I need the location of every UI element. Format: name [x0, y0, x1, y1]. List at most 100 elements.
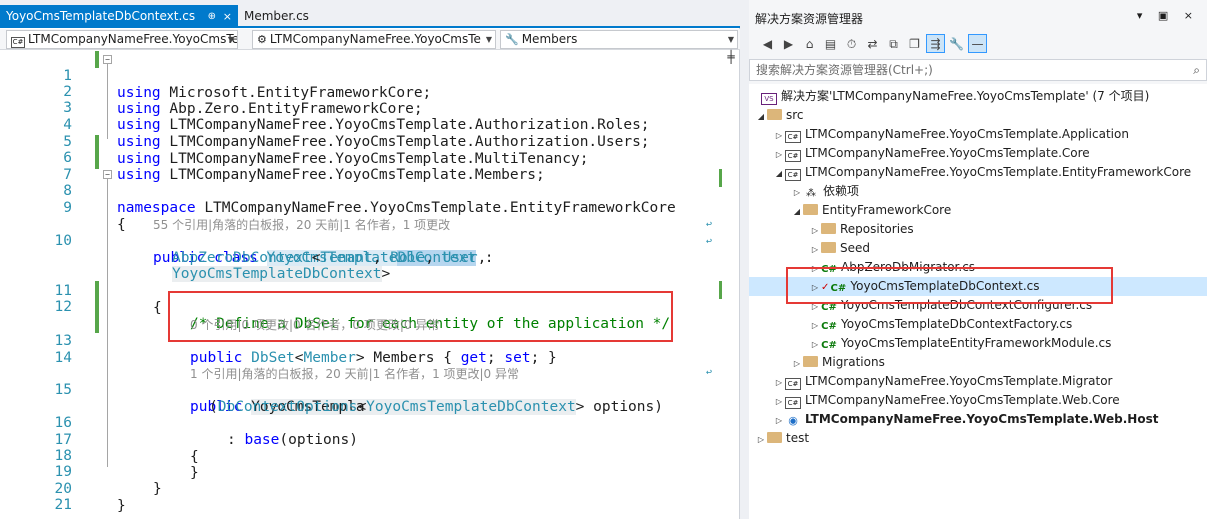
preview-selected-items-icon[interactable]: —: [968, 34, 987, 53]
solution-tree[interactable]: VS 解决方案'LTMCompanyNameFree.YoyoCmsTemplat…: [749, 84, 1207, 519]
code-line-18: 18 }: [0, 431, 722, 481]
folder-icon: [821, 242, 836, 253]
close-icon[interactable]: ×: [223, 5, 232, 28]
tree-item-label: LTMCompanyNameFree.YoyoCmsTemplate.Web.H…: [805, 412, 1159, 426]
search-placeholder: 搜索解决方案资源管理器(Ctrl+;): [756, 63, 933, 77]
panel-window-buttons[interactable]: ▾ ▣ ×: [1137, 9, 1199, 22]
folder-icon: [821, 223, 836, 234]
collapsed-chevron-icon[interactable]: ▷: [773, 126, 785, 145]
collapsed-chevron-icon[interactable]: ▷: [773, 411, 785, 430]
tree-item-test[interactable]: ▷ test: [749, 429, 1207, 448]
copy-icon[interactable]: ❐: [905, 35, 924, 54]
tree-item-dbcontextfactory[interactable]: ▷ C# YoyoCmsTemplateDbContextFactory.cs: [749, 315, 1207, 334]
folder-icon: [767, 109, 782, 120]
tab-member[interactable]: Member.cs: [238, 6, 358, 27]
brace: }: [117, 498, 126, 514]
tree-item-entityframeworkcore-folder[interactable]: ◢ EntityFrameworkCore: [749, 201, 1207, 220]
collapsed-chevron-icon[interactable]: ▷: [773, 145, 785, 164]
dependencies-icon: ⁂: [806, 188, 816, 199]
home-icon[interactable]: ⌂: [800, 35, 819, 54]
tree-item-label: Seed: [840, 241, 870, 255]
csproj-icon: C#: [785, 397, 801, 409]
csharp-file-icon: C#: [821, 321, 837, 332]
tree-item-label: 解决方案'LTMCompanyNameFree.YoyoCmsTemplate'…: [781, 89, 1150, 103]
csproj-icon: C#: [785, 131, 801, 143]
tree-item-migrator[interactable]: ▷ C# LTMCompanyNameFree.YoyoCmsTemplate.Mi…: [749, 372, 1207, 391]
back-icon[interactable]: ◀: [758, 35, 777, 54]
collapsed-chevron-icon[interactable]: ▷: [773, 392, 785, 411]
collapsed-chevron-icon[interactable]: ▷: [791, 183, 803, 202]
code-line-15-wrap: (DbContextOptions<YoyoCmsTemplateDbConte…: [0, 382, 722, 415]
expanded-chevron-icon[interactable]: ◢: [791, 202, 803, 221]
tree-item-entityframeworkmodule[interactable]: ▷ C# YoyoCmsTemplateEntityFrameworkModule.…: [749, 334, 1207, 353]
collapsed-chevron-icon[interactable]: ▷: [791, 354, 803, 373]
folder-icon: [803, 204, 818, 215]
collapsed-chevron-icon[interactable]: ▷: [809, 240, 821, 259]
sync-with-active-document-icon[interactable]: ⇶: [926, 34, 945, 53]
tab-label: YoyoCmsTemplateDbContext.cs: [6, 9, 196, 23]
tree-item-web-host[interactable]: ▷ ◉ LTMCompanyNameFree.YoyoCmsTemplate.Web…: [749, 410, 1207, 429]
expanded-chevron-icon[interactable]: ◢: [773, 164, 785, 183]
web-project-icon: ◉: [788, 414, 798, 427]
collapsed-chevron-icon[interactable]: ▷: [755, 430, 767, 449]
csharp-project-icon: C#: [11, 37, 25, 48]
collapsed-chevron-icon[interactable]: ▷: [809, 316, 821, 335]
forward-icon[interactable]: ▶: [779, 35, 798, 54]
chevron-down-icon: ▼: [485, 35, 492, 44]
code-line-20: 20 }: [0, 464, 722, 514]
solution-icon: VS: [761, 93, 777, 105]
collapsed-chevron-icon[interactable]: ▷: [809, 335, 821, 354]
project-dropdown[interactable]: C# LTMCompanyNameFree.YoyoCmsTe ▼: [6, 30, 238, 49]
code-line-2: 2 using Abp.Zero.EntityFrameworkCore;: [0, 67, 722, 117]
pending-changes-icon[interactable]: ⏱: [842, 35, 861, 54]
code-line-9: 9 {: [0, 183, 722, 233]
collapse-region-icon[interactable]: −: [103, 55, 112, 64]
tab-yoyocmstemplatedbcontext[interactable]: YoyoCmsTemplateDbContext.cs ⊕ ×: [0, 5, 238, 28]
pin-icon[interactable]: ⊕: [208, 5, 216, 28]
tree-item-core[interactable]: ▷ C# LTMCompanyNameFree.YoyoCmsTemplate.Co…: [749, 144, 1207, 163]
tree-item-application[interactable]: ▷ C# LTMCompanyNameFree.YoyoCmsTemplate.Ap…: [749, 125, 1207, 144]
collapsed-chevron-icon[interactable]: ▷: [773, 373, 785, 392]
code-line-10-wrap-1: AbpZeroDbContext<Tenant, Role, User,: [0, 233, 722, 266]
code-line-21: 21: [0, 480, 722, 513]
tree-item-src[interactable]: ◢ src: [749, 106, 1207, 125]
split-window-icon[interactable]: ╪: [722, 50, 740, 70]
folder-icon: [803, 356, 818, 367]
pane-splitter[interactable]: [740, 0, 749, 519]
tree-item-label: YoyoCmsTemplateEntityFrameworkModule.cs: [841, 336, 1112, 350]
collapse-region-icon[interactable]: −: [103, 170, 112, 179]
tree-item-web-core[interactable]: ▷ C# LTMCompanyNameFree.YoyoCmsTemplate.We…: [749, 391, 1207, 410]
project-dropdown-value: LTMCompanyNameFree.YoyoCmsTe: [28, 32, 238, 46]
line-number: 21: [54, 497, 72, 513]
solution-explorer-panel: 解决方案资源管理器 ▾ ▣ × ◀ ▶ ⌂ ▤ ⏱ ⇄ ⧉ ❐ ⇶ 🔧 — 搜索解决方案资源管理器(…: [749, 0, 1207, 519]
expanded-chevron-icon[interactable]: ◢: [755, 107, 767, 126]
search-icon[interactable]: ⌕: [1193, 60, 1200, 80]
code-editor[interactable]: YoyoCmsTemplateDbContext.cs ⊕ × Member.c…: [0, 0, 740, 519]
navigation-bar: C# LTMCompanyNameFree.YoyoCmsTe ▼ ⚙ LTMComp…: [0, 29, 740, 50]
code-area[interactable]: ↩ ↩ ↩ 1 using Microsoft.EntityFrameworkC…: [0, 51, 722, 519]
code-line-6: 6 using LTMCompanyNameFree.YoyoCmsTempla…: [0, 133, 722, 183]
switch-views-icon[interactable]: ▤: [821, 35, 840, 54]
tree-item-solution[interactable]: VS 解决方案'LTMCompanyNameFree.YoyoCmsTemplat…: [749, 87, 1207, 106]
code-line-15: 15 public YoyoCmsTemplateDbContext: [0, 365, 722, 415]
tree-item-dependencies[interactable]: ▷ ⁂ 依赖项: [749, 182, 1207, 201]
annotation-highlight-box: [786, 267, 1113, 304]
tree-item-migrations[interactable]: ▷ Migrations: [749, 353, 1207, 372]
folder-icon: [767, 432, 782, 443]
panel-title-bar: 解决方案资源管理器 ▾ ▣ ×: [749, 0, 1207, 30]
collapse-all-icon[interactable]: ⧉: [884, 35, 903, 54]
sync-icon[interactable]: ⇄: [863, 35, 882, 54]
solution-search-input[interactable]: 搜索解决方案资源管理器(Ctrl+;) ⌕: [749, 59, 1207, 81]
member-dropdown[interactable]: 🔧 Members ▼: [500, 30, 738, 49]
tree-item-seed[interactable]: ▷ Seed: [749, 239, 1207, 258]
member-dropdown-value: Members: [521, 32, 578, 46]
csharp-file-icon: C#: [821, 340, 837, 351]
properties-wrench-icon[interactable]: 🔧: [947, 35, 966, 54]
type-dropdown[interactable]: ⚙ LTMCompanyNameFree.YoyoCmsTe ▼: [252, 30, 496, 49]
tree-item-repositories[interactable]: ▷ Repositories: [749, 220, 1207, 239]
collapsed-chevron-icon[interactable]: ▷: [809, 221, 821, 240]
solution-toolbar: ◀ ▶ ⌂ ▤ ⏱ ⇄ ⧉ ❐ ⇶ 🔧 —: [749, 30, 1207, 58]
tree-item-label: LTMCompanyNameFree.YoyoCmsTemplate.Entit…: [805, 165, 1192, 179]
csproj-icon: C#: [785, 150, 801, 162]
tree-item-entityframeworkcore-project[interactable]: ◢ C# LTMCompanyNameFree.YoyoCmsTemplate.En…: [749, 163, 1207, 182]
